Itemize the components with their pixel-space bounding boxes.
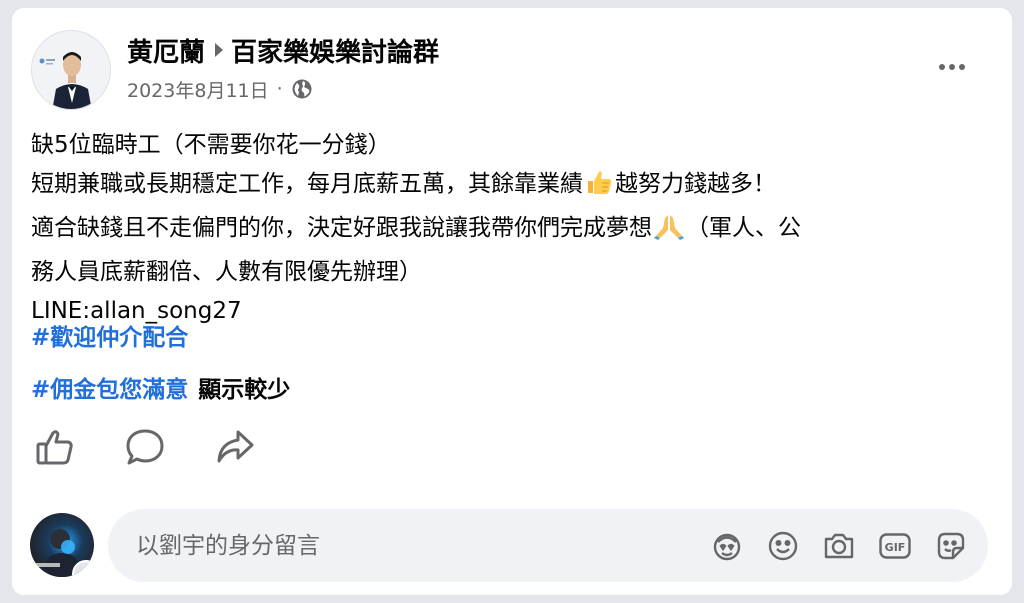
hashtag-row-1: #歡迎仲介配合 [31,318,188,358]
post-line-3b: （軍人、公 [686,215,801,241]
hashtag-link[interactable]: #佣金包您滿意 [31,377,188,403]
post-line-1: 缺5位臨時工（不需要你花一分錢） [31,132,391,158]
post-header: 黄厄蘭 百家樂娛樂討論群 [127,30,439,70]
avatar-sticker-icon[interactable] [708,529,746,563]
comment-bubble-icon[interactable] [124,426,166,468]
hashtag-link[interactable]: #歡迎仲介配合 [31,325,188,351]
post-line-2b: 越努力錢越多！ [615,171,776,197]
post-line-4: 務人員底薪翻倍、人數有限優先辦理） [31,259,422,285]
post-card: 黄厄蘭 百家樂娛樂討論群 2023年8月11日 · 缺5位臨時工（不需要你花一分… [12,8,1012,595]
comment-tools: GIF [708,529,970,563]
svg-text:GIF: GIF [885,541,906,554]
post-date[interactable]: 2023年8月11日 [127,76,269,103]
author-avatar[interactable] [31,30,111,110]
author-name[interactable]: 黄厄蘭 [127,32,205,69]
emoji-icon[interactable] [764,529,802,563]
post-line-3: 適合缺錢且不走偏門的你，決定好跟我說讓我帶你們完成夢想 （軍人、公 [31,209,991,253]
camera-icon[interactable] [820,529,858,563]
group-name[interactable]: 百家樂娛樂討論群 [231,32,439,69]
see-less-link[interactable]: 顯示較少 [198,377,290,403]
more-options-icon[interactable] [927,52,977,82]
comment-composer: GIF [108,509,988,582]
comment-input[interactable] [134,527,678,565]
post-line-2: 短期兼職或長期穩定工作，每月底薪五萬，其餘靠業績 越努力錢越多！ [31,165,991,209]
gif-icon[interactable]: GIF [876,529,914,563]
thumbs-up-emoji-icon [585,168,613,209]
post-actions [34,426,256,468]
triangle-right-icon [215,43,224,57]
share-arrow-icon[interactable] [214,426,256,468]
folded-hands-emoji-icon [654,212,684,253]
post-meta: 2023年8月11日 · [127,74,313,104]
commenter-avatar[interactable] [30,513,94,577]
post-line-2a: 短期兼職或長期穩定工作，每月底薪五萬，其餘靠業績 [31,171,583,197]
post-text: 缺5位臨時工（不需要你花一分錢） 短期兼職或長期穩定工作，每月底薪五萬，其餘靠業… [31,126,991,331]
globe-icon[interactable] [291,78,313,100]
meta-separator: · [276,78,283,100]
thumbs-up-icon[interactable] [34,426,76,468]
sticker-icon[interactable] [932,529,970,563]
hashtag-row-2: #佣金包您滿意 顯示較少 [31,370,290,410]
post-line-3a: 適合缺錢且不走偏門的你，決定好跟我說讓我帶你們完成夢想 [31,215,652,241]
